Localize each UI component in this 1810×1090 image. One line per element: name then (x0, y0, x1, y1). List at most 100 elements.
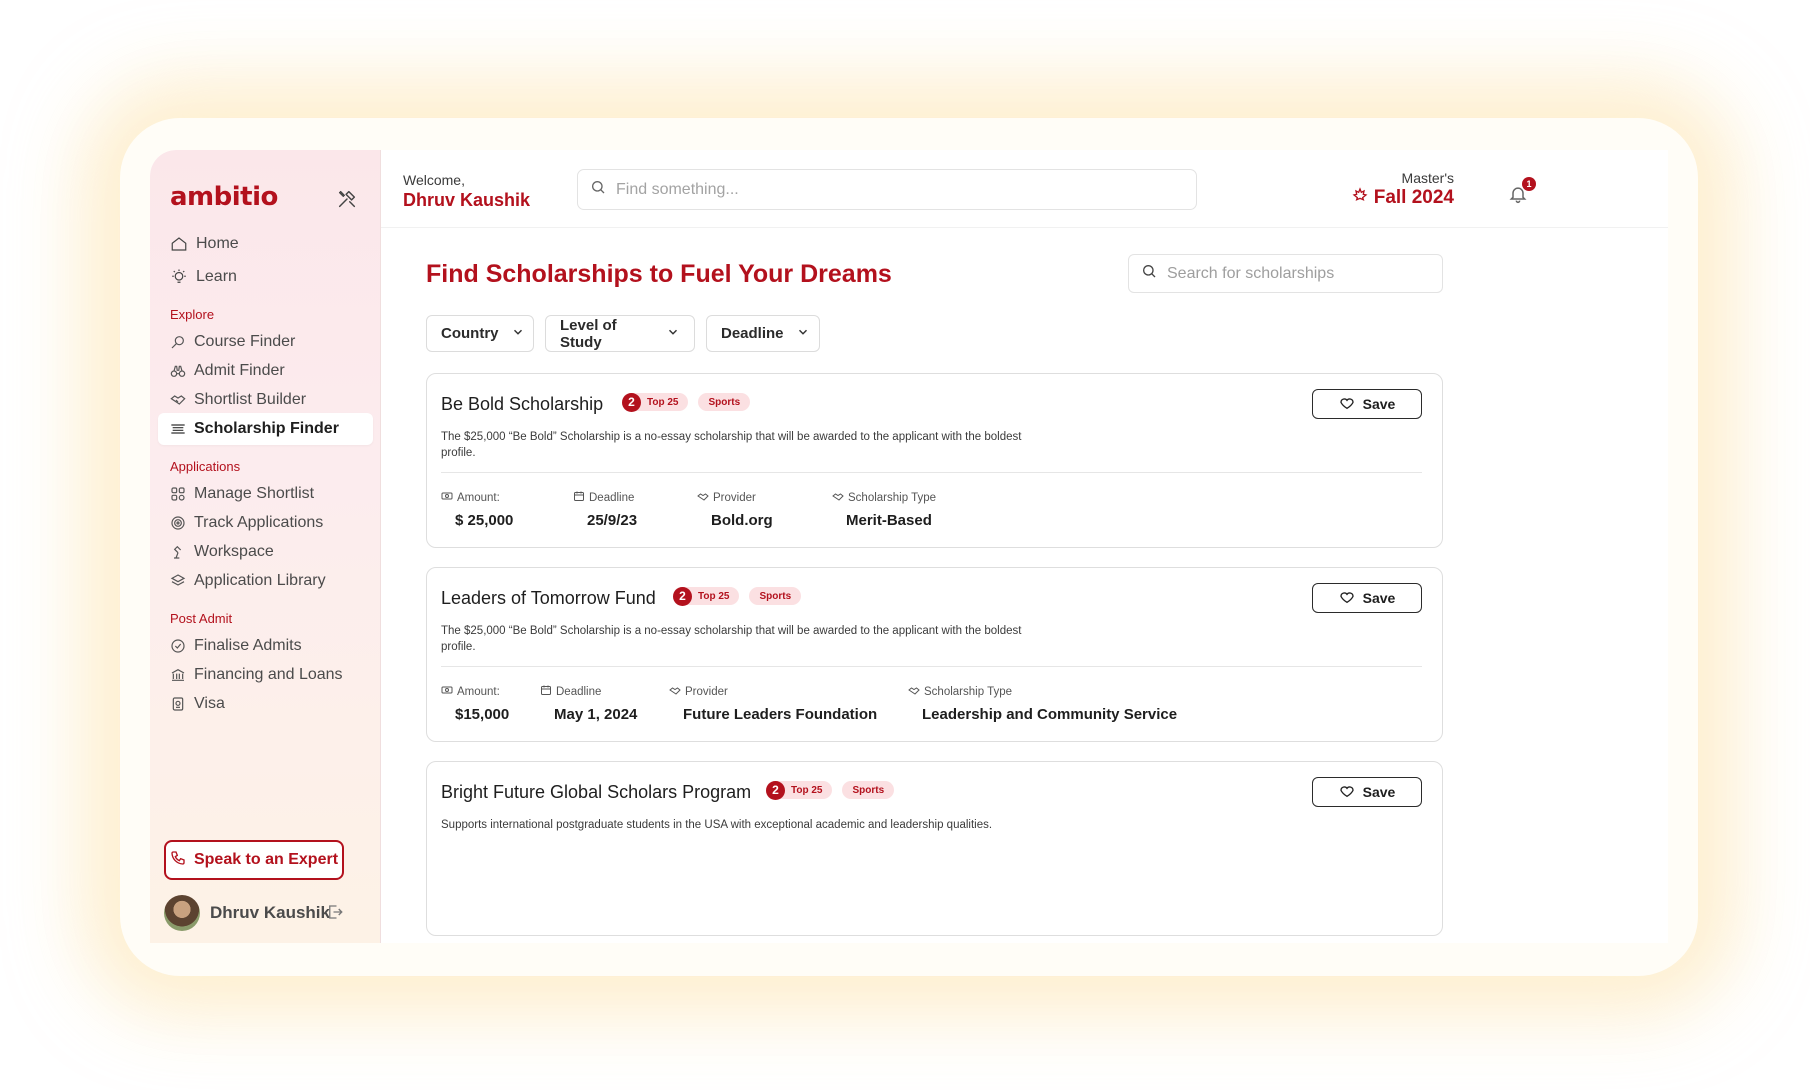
rank-badge-label: Top 25 (698, 590, 730, 602)
calendar-icon (540, 684, 552, 699)
amount-field: Amount: $15,000 (441, 684, 509, 723)
scholarship-search-bar[interactable] (1128, 254, 1443, 293)
type-icon (908, 684, 920, 699)
filter-label: Country (441, 325, 499, 342)
calendar-icon (573, 490, 585, 505)
grid-icon (170, 486, 186, 502)
rank-circle-icon: 2 (622, 392, 641, 412)
deadline-field: Deadline May 1, 2024 (540, 684, 637, 723)
save-label: Save (1362, 784, 1396, 800)
section-label-explore: Explore (170, 307, 215, 322)
badge-group: 2 Top 25 Sports (673, 586, 802, 606)
chevron-down-icon (511, 325, 525, 343)
check-badge-icon (170, 638, 186, 654)
scholarship-search-input[interactable] (1167, 264, 1437, 283)
type-field: Scholarship Type Merit-Based (832, 490, 936, 529)
tag-badge: Sports (842, 781, 895, 799)
sidebar-item-label: Admit Finder (194, 362, 285, 379)
save-button[interactable]: Save (1312, 583, 1422, 613)
bank-icon (170, 667, 186, 683)
save-label: Save (1362, 396, 1396, 412)
sidebar-item-learn[interactable]: Learn (158, 261, 373, 293)
flag-icon (1352, 187, 1368, 209)
sidebar-item-scholarship-finder[interactable]: Scholarship Finder (158, 413, 373, 445)
sidebar-item-track-applications[interactable]: Track Applications (158, 507, 373, 539)
avatar[interactable] (164, 895, 200, 931)
global-search-bar[interactable] (577, 169, 1197, 210)
chevron-down-icon (796, 325, 810, 343)
deadline-value: May 1, 2024 (554, 706, 638, 723)
tag-badge: Sports (698, 393, 751, 411)
phone-icon (170, 850, 186, 871)
target-icon (170, 515, 186, 531)
field-label: Amount: (457, 685, 500, 698)
save-button[interactable]: Save (1312, 389, 1422, 419)
tools-icon[interactable] (336, 188, 358, 210)
scholarship-description: Supports international postgraduate stud… (441, 819, 993, 831)
rank-badge-label: Top 25 (791, 784, 823, 796)
sidebar-item-manage-shortlist[interactable]: Manage Shortlist (158, 478, 373, 510)
field-label: Scholarship Type (848, 491, 937, 504)
layers-icon (170, 573, 186, 589)
logout-icon[interactable] (326, 903, 344, 926)
filter-label: Level of Study (560, 316, 617, 351)
filter-level-of-study[interactable]: Level of Study (545, 315, 695, 352)
sidebar-item-course-finder[interactable]: Course Finder (158, 326, 373, 358)
scholarship-card[interactable]: Bright Future Global Scholars Program 2T… (426, 761, 1443, 936)
sidebar-item-visa[interactable]: Visa (158, 688, 373, 720)
sidebar-item-label: Learn (196, 268, 237, 285)
provider-icon (697, 490, 709, 505)
sidebar-user-name: Dhruv Kaushik (210, 903, 330, 922)
field-label: Provider (685, 685, 728, 698)
sidebar-item-home[interactable]: Home (158, 228, 373, 260)
search-icon (1141, 263, 1157, 284)
sidebar-item-shortlist-builder[interactable]: Shortlist Builder (158, 384, 373, 416)
sidebar-item-label: Scholarship Finder (194, 420, 339, 437)
speak-to-expert-button[interactable]: Speak to an Expert (164, 840, 344, 880)
sidebar-item-label: Manage Shortlist (194, 485, 315, 502)
section-label-post-admit: Post Admit (170, 611, 233, 626)
scholarship-card[interactable]: Leaders of Tomorrow Fund 2 Top 25 Sports … (426, 567, 1443, 742)
rank-badge: 2 Top 25 (622, 392, 689, 412)
filter-label: Deadline (721, 325, 784, 342)
type-field: Scholarship Type Leadership and Communit… (908, 684, 1177, 723)
filter-deadline[interactable]: Deadline (706, 315, 820, 352)
sidebar-item-label: Finalise Admits (194, 637, 302, 654)
heart-icon (1339, 395, 1355, 414)
sidebar-item-finalise-admits[interactable]: Finalise Admits (158, 630, 373, 662)
scholarship-card[interactable]: Be Bold Scholarship 2 Top 25 Sports Save … (426, 373, 1443, 548)
save-button[interactable]: Save (1312, 777, 1422, 807)
sidebar-item-admit-finder[interactable]: Admit Finder (158, 355, 373, 387)
amount-value: $ 25,000 (455, 512, 514, 529)
scholarship-title: Be Bold Scholarship (441, 394, 604, 414)
sidebar-item-financing-loans[interactable]: Financing and Loans (158, 659, 373, 691)
filter-country[interactable]: Country (426, 315, 534, 352)
app-window: ambitio Home Learn Explore Course Finder… (150, 150, 1668, 943)
rank-badge-label: Top 25 (647, 396, 679, 408)
lamp-icon (170, 544, 186, 560)
sidebar-user[interactable]: Dhruv Kaushik (164, 893, 364, 933)
welcome-user-name: Dhruv Kaushik (403, 190, 531, 210)
money-icon (441, 490, 453, 505)
main-content: Find Scholarships to Fuel Your Dreams Co… (381, 228, 1668, 943)
scholarship-description: The $25,000 “Be Bold” Scholarship is a n… (441, 625, 1022, 653)
sidebar-item-workspace[interactable]: Workspace (158, 536, 373, 568)
global-search-input[interactable] (616, 180, 1176, 199)
amount-field: Amount: $ 25,000 (441, 490, 513, 529)
sidebar-item-application-library[interactable]: Application Library (158, 565, 373, 597)
expert-button-label: Speak to an Expert (193, 851, 339, 868)
intake-selector[interactable]: Fall 2024 (1352, 187, 1454, 209)
rank-badge: 2 Top 25 (766, 780, 833, 800)
ambitio-logo[interactable]: ambitio (170, 182, 278, 212)
heart-icon (1339, 589, 1355, 608)
top-header: Welcome, Dhruv Kaushik Master's Fall 202… (381, 150, 1668, 228)
provider-value: Bold.org (711, 512, 773, 529)
intake-label: Master's (1401, 170, 1454, 186)
welcome-label: Welcome, (403, 172, 465, 188)
notification-badge: 1 (1522, 177, 1536, 191)
sidebar-item-label: Course Finder (194, 333, 296, 350)
type-value: Leadership and Community Service (922, 706, 1178, 723)
field-label: Deadline (556, 685, 602, 698)
scholarship-description: The $25,000 “Be Bold” Scholarship is a n… (441, 431, 1022, 459)
field-label: Amount: (457, 491, 500, 504)
